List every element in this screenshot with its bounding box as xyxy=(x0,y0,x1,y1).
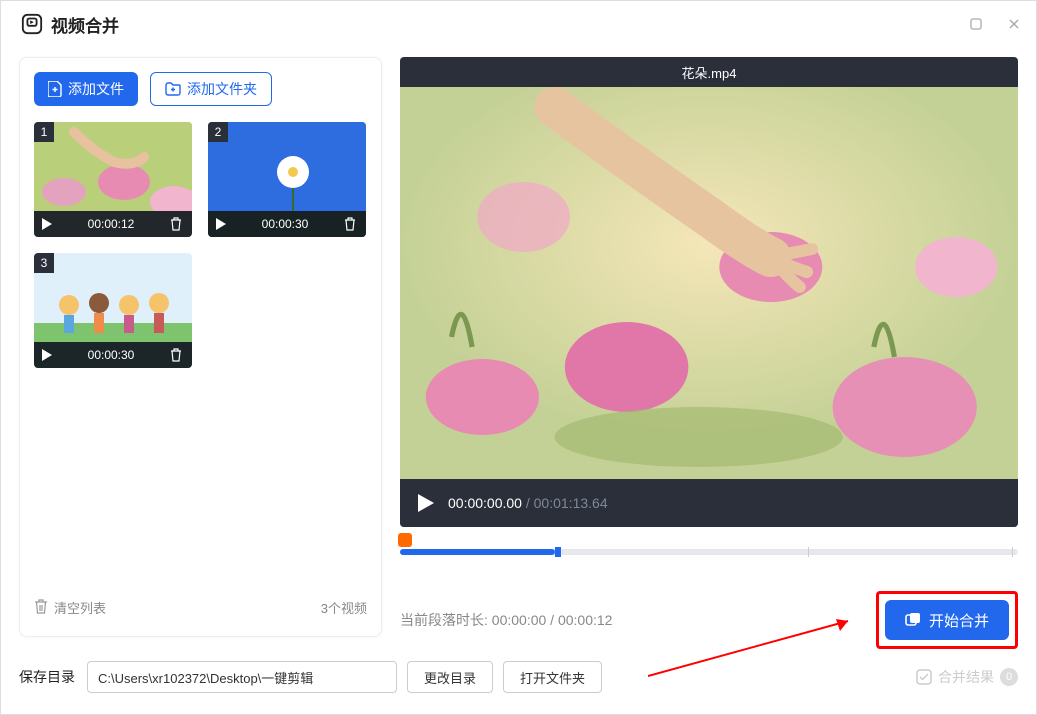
merge-icon xyxy=(905,612,921,628)
add-folder-label: 添加文件夹 xyxy=(187,79,257,99)
clip-index-badge: 1 xyxy=(34,122,54,142)
save-dir-label: 保存目录 xyxy=(19,667,75,687)
play-icon[interactable] xyxy=(42,349,52,361)
preview-title: 花朵.mp4 xyxy=(400,57,1018,87)
change-dir-button[interactable]: 更改目录 xyxy=(407,661,493,693)
add-file-label: 添加文件 xyxy=(68,79,124,99)
timeline[interactable] xyxy=(400,537,1018,573)
clip-duration: 00:00:30 xyxy=(234,217,336,231)
preview-image xyxy=(400,87,1018,479)
open-folder-button[interactable]: 打开文件夹 xyxy=(503,661,602,693)
clip-count: 3个视频 xyxy=(321,598,367,617)
timeline-playhead[interactable] xyxy=(398,533,412,547)
file-add-icon xyxy=(48,81,62,97)
time-separator: / xyxy=(522,495,534,511)
timeline-segment xyxy=(400,549,555,555)
start-merge-label: 开始合并 xyxy=(929,610,989,631)
start-merge-button[interactable]: 开始合并 xyxy=(885,600,1009,640)
add-folder-button[interactable]: 添加文件夹 xyxy=(150,72,272,106)
preview-box: 花朵.mp4 xyxy=(400,57,1018,527)
annotation-highlight: 开始合并 xyxy=(876,591,1018,649)
save-path-input[interactable] xyxy=(87,661,397,693)
trash-icon[interactable] xyxy=(170,217,184,231)
clip-duration: 00:00:12 xyxy=(60,217,162,231)
clip-list-panel: 添加文件 添加文件夹 1 xyxy=(19,57,382,637)
app-title: 视频合并 xyxy=(51,12,119,37)
close-button[interactable] xyxy=(1004,14,1024,34)
folder-add-icon xyxy=(165,82,181,96)
clip-item[interactable]: 3 00:00:30 xyxy=(34,253,192,368)
clip-item[interactable]: 1 00:00:12 xyxy=(34,122,192,237)
playback-controls: 00:00:00.00 / 00:01:13.64 xyxy=(400,479,1018,527)
logo-icon xyxy=(21,13,43,35)
timeline-handle[interactable] xyxy=(555,547,561,557)
segment-duration-info: 当前段落时长: 00:00:00 / 00:00:12 xyxy=(400,610,612,630)
trash-icon[interactable] xyxy=(344,217,358,231)
clear-list-label: 清空列表 xyxy=(54,598,106,617)
timeline-tick xyxy=(1012,547,1013,557)
clip-index-badge: 2 xyxy=(208,122,228,142)
play-icon[interactable] xyxy=(42,218,52,230)
play-button[interactable] xyxy=(418,494,434,512)
clip-duration: 00:00:30 xyxy=(60,348,162,362)
clip-item[interactable]: 2 00:00:30 xyxy=(208,122,366,237)
trash-icon[interactable] xyxy=(170,348,184,362)
merge-result-label: 合并结果 xyxy=(938,667,994,687)
total-time: 00:01:13.64 xyxy=(534,495,608,511)
merge-result-button[interactable]: 合并结果 0 xyxy=(916,667,1018,687)
result-count-badge: 0 xyxy=(1000,668,1018,686)
current-time: 00:00:00.00 xyxy=(448,495,522,511)
clear-list-button[interactable]: 清空列表 xyxy=(34,598,106,617)
checkbox-icon xyxy=(916,669,932,685)
add-file-button[interactable]: 添加文件 xyxy=(34,72,138,106)
play-icon[interactable] xyxy=(216,218,226,230)
trash-icon xyxy=(34,599,48,615)
app-logo: 视频合并 xyxy=(21,12,119,37)
minimize-button[interactable] xyxy=(966,14,986,34)
clip-index-badge: 3 xyxy=(34,253,54,273)
timeline-tick xyxy=(808,547,809,557)
